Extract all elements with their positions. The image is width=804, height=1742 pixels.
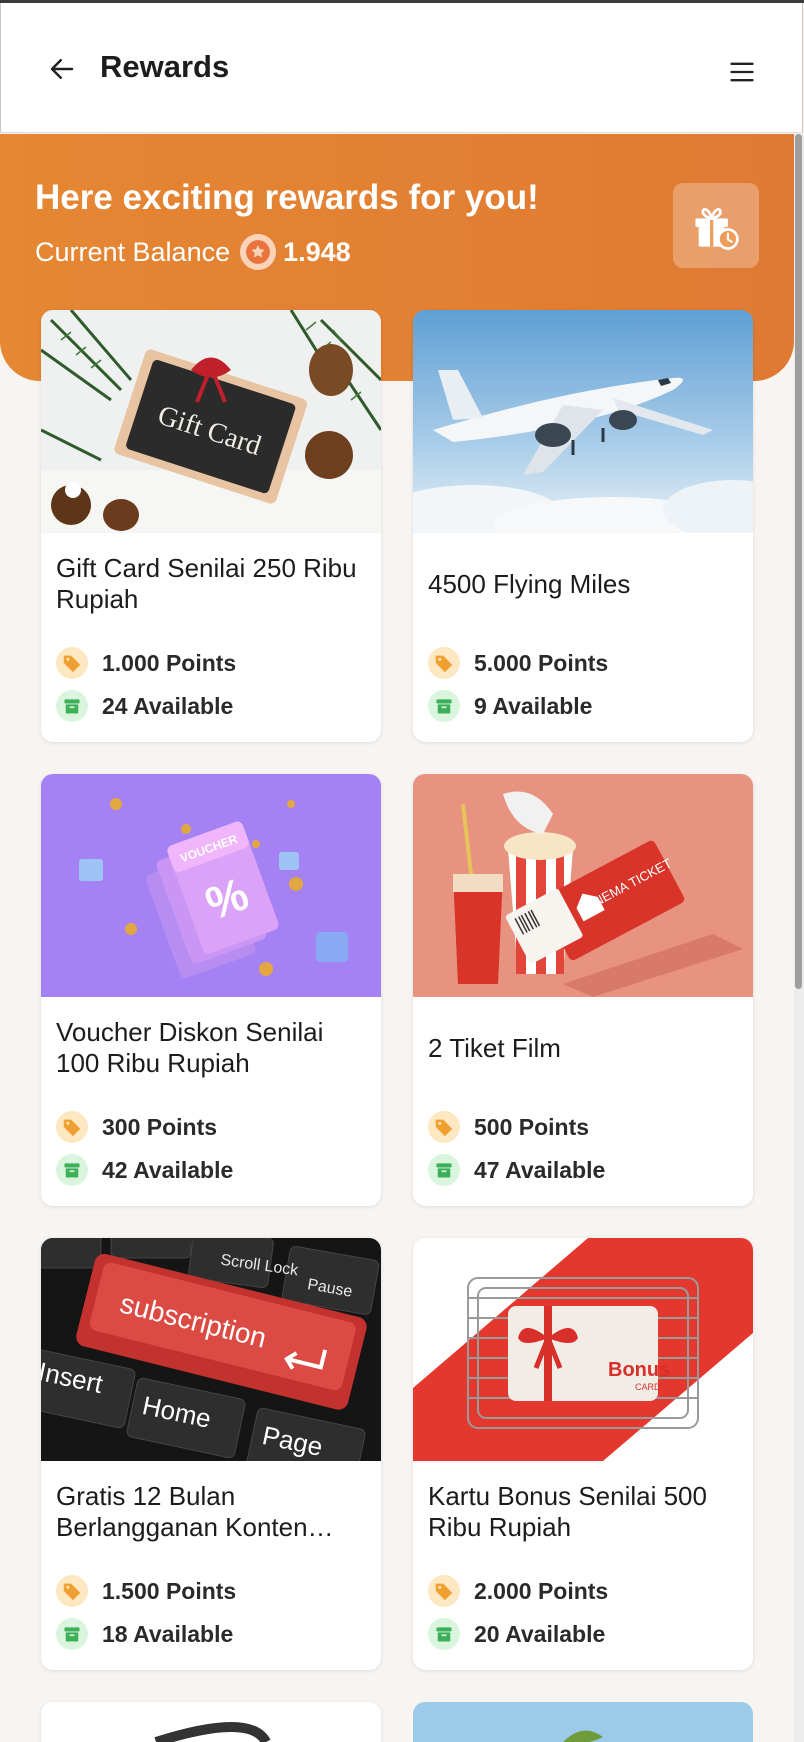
reward-title: Voucher Diskon Senilai 100 Ribu Rupiah (56, 1017, 324, 1078)
banner-headline: Here exciting rewards for you! (35, 178, 539, 217)
reward-card[interactable]: Gift Card Gift Card Senilai 250 Ribu Rup… (41, 310, 381, 742)
reward-availability: 24 Available (56, 690, 233, 722)
reward-points: 2.000 Points (428, 1575, 608, 1607)
voucher-image: VOUCHER % (41, 774, 381, 997)
reward-image-partial (154, 1722, 271, 1742)
reward-availability: 18 Available (56, 1618, 233, 1650)
reward-points: 300 Points (56, 1111, 217, 1143)
reward-title: Kartu Bonus Senilai 500 Ribu Rupiah (428, 1481, 707, 1542)
reward-available-label: 24 Available (102, 692, 234, 719)
reward-points-label: 5.000 Points (474, 649, 609, 676)
reward-points-label: 1.000 Points (102, 649, 237, 676)
star-coin-icon (240, 234, 277, 270)
reward-title: 2 Tiket Film (428, 1032, 561, 1063)
price-tag-icon (428, 1111, 460, 1143)
reward-card[interactable]: Bonus CARD Kartu Bonus Senilai 500 Ribu … (413, 1238, 753, 1670)
reward-points-label: 300 Points (102, 1113, 218, 1140)
app-bar: Rewards (0, 3, 803, 133)
reward-points-label: 500 Points (474, 1113, 590, 1140)
current-balance: Current Balance 1.948 (35, 234, 351, 270)
reward-image-partial (563, 1730, 603, 1742)
cinema-ticket-image: CINEMA TICKET (413, 774, 753, 997)
price-tag-icon (56, 647, 88, 679)
reward-title: Gift Card Senilai 250 Ribu Rupiah (56, 553, 357, 614)
reward-card-partial[interactable] (413, 1702, 753, 1742)
reward-points: 1.500 Points (56, 1575, 236, 1607)
price-tag-icon (56, 1575, 88, 1607)
gift-clock-icon (695, 207, 739, 250)
subscription-keyboard-image: Scroll Lock Pause subscription Insert Ho… (41, 1238, 381, 1461)
reward-title: Gratis 12 Bulan Berlangganan Konten… (56, 1481, 334, 1542)
reward-availability: 42 Available (56, 1154, 233, 1186)
reward-availability: 47 Available (428, 1154, 605, 1186)
scrollbar[interactable] (794, 134, 804, 1742)
balance-value: 1.948 (283, 236, 351, 267)
reward-card-partial[interactable] (41, 1702, 381, 1742)
airplane-image (413, 310, 753, 533)
archive-box-icon (56, 1618, 88, 1650)
reward-card[interactable]: CINEMA TICKET 2 Tiket Film 500 Points 47… (413, 774, 753, 1206)
reward-points-label: 1.500 Points (102, 1577, 237, 1604)
archive-box-icon (56, 1154, 88, 1186)
reward-card[interactable]: Scroll Lock Pause subscription Insert Ho… (41, 1238, 381, 1670)
archive-box-icon (428, 1618, 460, 1650)
reward-points-label: 2.000 Points (474, 1577, 609, 1604)
bonus-card-image: Bonus CARD (413, 1238, 753, 1461)
reward-points: 1.000 Points (56, 647, 236, 679)
price-tag-icon (428, 647, 460, 679)
reward-card[interactable]: 4500 Flying Miles 5.000 Points 9 Availab… (413, 310, 753, 742)
page-title: Rewards (100, 49, 230, 84)
reward-available-label: 47 Available (474, 1156, 606, 1183)
reward-card[interactable]: VOUCHER % Voucher Diskon Senilai 100 Rib… (41, 774, 381, 1206)
hamburger-icon (730, 62, 754, 82)
reward-available-label: 42 Available (102, 1156, 234, 1183)
scrollbar-thumb[interactable] (795, 134, 802, 989)
reward-title: 4500 Flying Miles (428, 568, 631, 599)
archive-box-icon (56, 690, 88, 722)
bonus-card-image-text: Bonus (608, 1359, 670, 1381)
reward-available-label: 9 Available (474, 692, 593, 719)
back-button[interactable] (41, 48, 83, 90)
reward-availability: 20 Available (428, 1618, 605, 1650)
reward-available-label: 18 Available (102, 1620, 234, 1647)
balance-label: Current Balance (35, 236, 231, 267)
gift-card-image: Gift Card (41, 310, 381, 533)
reward-points: 500 Points (428, 1111, 589, 1143)
reward-points: 5.000 Points (428, 647, 608, 679)
price-tag-icon (56, 1111, 88, 1143)
arrow-left-icon (50, 59, 74, 79)
archive-box-icon (428, 690, 460, 722)
archive-box-icon (428, 1154, 460, 1186)
reward-availability: 9 Available (428, 690, 592, 722)
reward-history-button[interactable] (673, 183, 759, 268)
reward-available-label: 20 Available (474, 1620, 606, 1647)
menu-button[interactable] (721, 51, 763, 93)
bonus-card-image-subtext: CARD (635, 1382, 661, 1392)
price-tag-icon (428, 1575, 460, 1607)
